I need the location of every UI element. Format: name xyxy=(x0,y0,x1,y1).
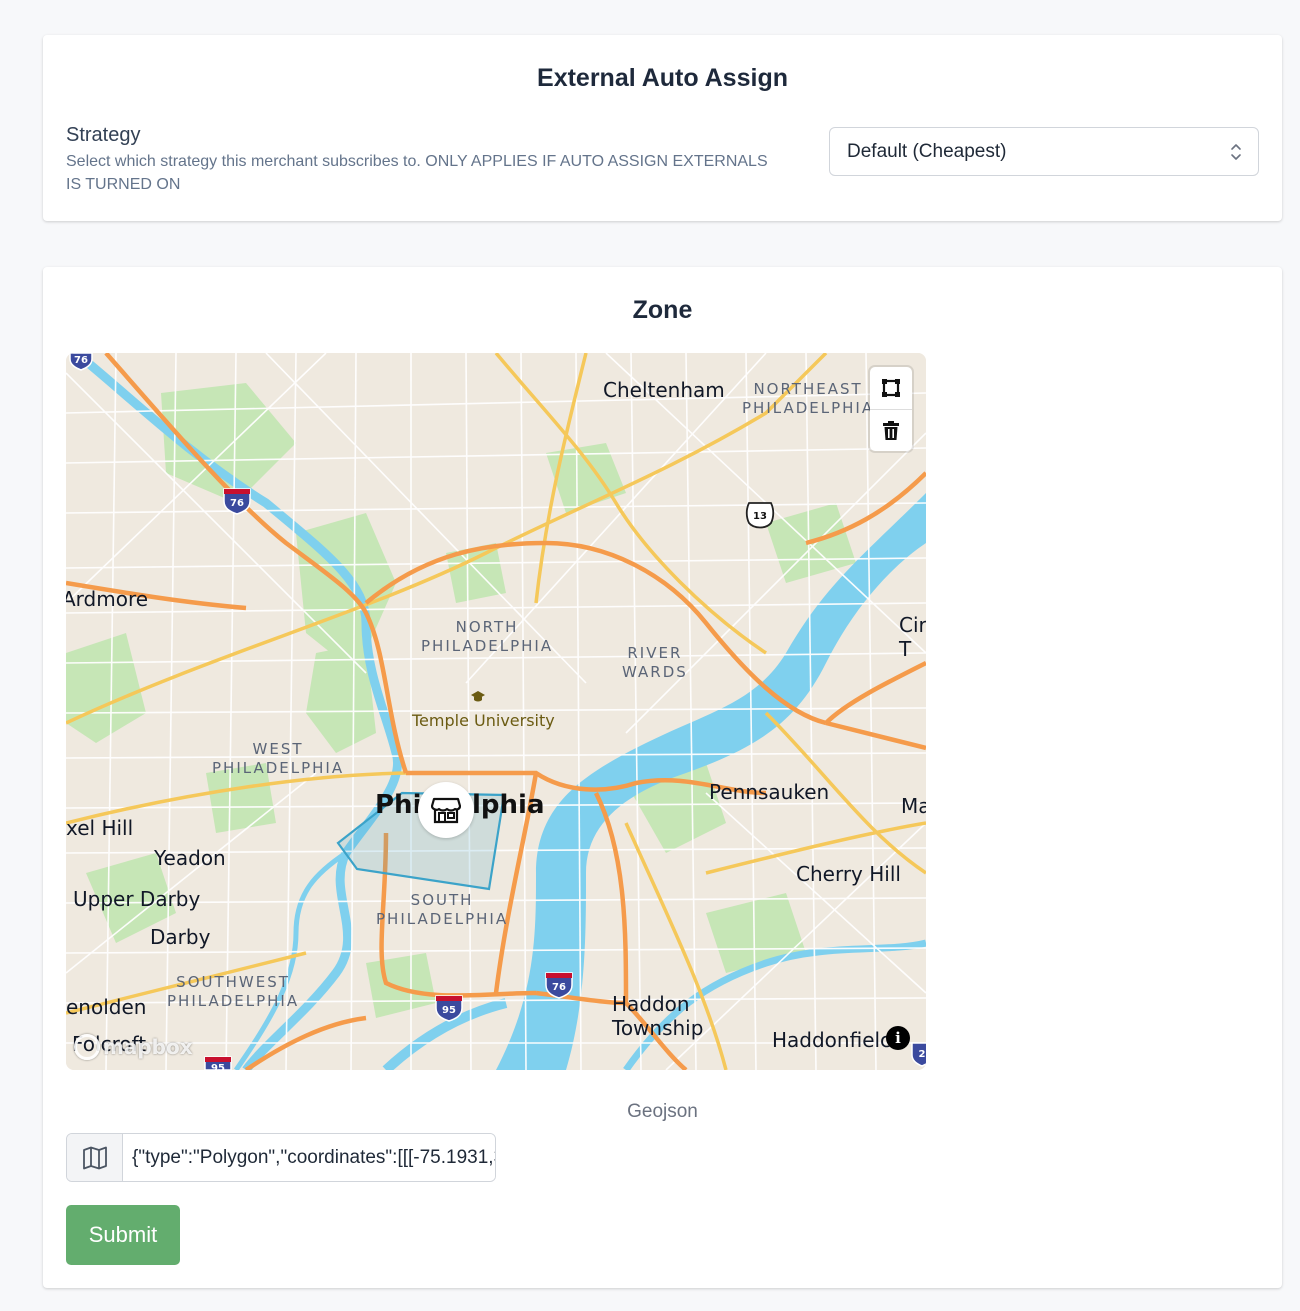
label-river-wards: RIVER WARDS xyxy=(622,644,688,681)
i95-bottom-label: 95 xyxy=(211,1063,225,1070)
label-darby: Darby xyxy=(150,925,211,949)
label-upper-darby: Upper Darby xyxy=(73,887,201,911)
i76-top-label: 76 xyxy=(74,355,88,366)
trash-icon xyxy=(883,420,899,440)
zone-map[interactable]: 76 76 13 76 95 95 2 Cheltenham NORTHEAST… xyxy=(66,353,926,1070)
i95-shield-bottom: 95 xyxy=(204,1056,232,1070)
map-info-button[interactable]: i xyxy=(886,1026,910,1050)
delete-polygon-button[interactable] xyxy=(870,409,912,451)
label-north-philadelphia: NORTH PHILADELPHIA xyxy=(421,618,554,655)
external-auto-assign-title: External Auto Assign xyxy=(537,64,788,92)
right-edge-shield-label: 2 xyxy=(919,1049,926,1060)
i76-left-label: 76 xyxy=(230,498,244,509)
label-pennsauken: Pennsauken xyxy=(709,780,830,804)
mapbox-logo[interactable]: mapbox xyxy=(74,1034,193,1060)
label-cir: Cir T xyxy=(899,613,926,661)
label-southwest-philadelphia: SOUTHWEST PHILADELPHIA xyxy=(167,973,300,1010)
label-ardmore: Ardmore xyxy=(66,587,149,611)
map-draw-controls xyxy=(870,367,912,451)
i76-bottom-label: 76 xyxy=(552,982,566,993)
strategy-select[interactable]: Default (Cheapest) xyxy=(829,127,1259,176)
label-temple-university: Temple University xyxy=(412,711,555,730)
us13-label: 13 xyxy=(753,511,767,522)
label-cheltenham: Cheltenham xyxy=(603,378,725,402)
strategy-label: Strategy xyxy=(66,124,141,146)
label-axel-hill: xel Hill xyxy=(66,816,134,840)
zone-card: Zone 76 76 13 76 95 95 2 Cheltenham NORT… xyxy=(43,267,1282,1288)
label-haddon-township: Haddon Township xyxy=(612,992,704,1040)
draw-polygon-button[interactable] xyxy=(870,367,912,409)
mapbox-logo-text: mapbox xyxy=(103,1035,193,1059)
geojson-field xyxy=(66,1133,496,1182)
label-cherry-hill: Cherry Hill xyxy=(796,862,901,886)
polygon-draw-icon xyxy=(882,379,900,397)
graduation-cap-icon xyxy=(470,690,486,709)
label-philadelphia-right: lphia xyxy=(472,790,545,820)
label-haddonfield: Haddonfielc xyxy=(772,1028,892,1052)
label-northeast-philadelphia: NORTHEAST PHILADELPHIA xyxy=(742,380,875,417)
store-icon xyxy=(431,797,461,824)
map-icon xyxy=(82,1146,107,1169)
label-yeadon: Yeadon xyxy=(154,846,226,870)
geojson-input[interactable] xyxy=(123,1134,495,1181)
geojson-addon xyxy=(67,1134,123,1181)
strategy-select-value: Default (Cheapest) xyxy=(847,140,1007,162)
submit-button[interactable]: Submit xyxy=(66,1205,180,1265)
label-west-philadelphia: WEST PHILADELPHIA xyxy=(212,740,345,777)
label-ma: Ma xyxy=(901,794,926,818)
chevron-up-down-icon xyxy=(1231,144,1241,160)
zone-title: Zone xyxy=(632,296,693,324)
mapbox-circle-icon xyxy=(74,1034,100,1060)
info-icon: i xyxy=(895,1029,901,1047)
label-south-philadelphia: SOUTH PHILADELPHIA xyxy=(376,891,509,928)
geojson-label: Geojson xyxy=(627,1101,698,1122)
external-auto-assign-card: External Auto Assign Strategy Select whi… xyxy=(43,35,1282,221)
us13-shield: 13 xyxy=(745,502,775,529)
strategy-description: Select which strategy this merchant subs… xyxy=(66,153,768,193)
store-marker[interactable] xyxy=(418,782,474,838)
label-glenolden: enolden xyxy=(66,995,147,1019)
label-philadelphia-left: Phi xyxy=(375,790,422,820)
i95-label: 95 xyxy=(442,1005,456,1016)
